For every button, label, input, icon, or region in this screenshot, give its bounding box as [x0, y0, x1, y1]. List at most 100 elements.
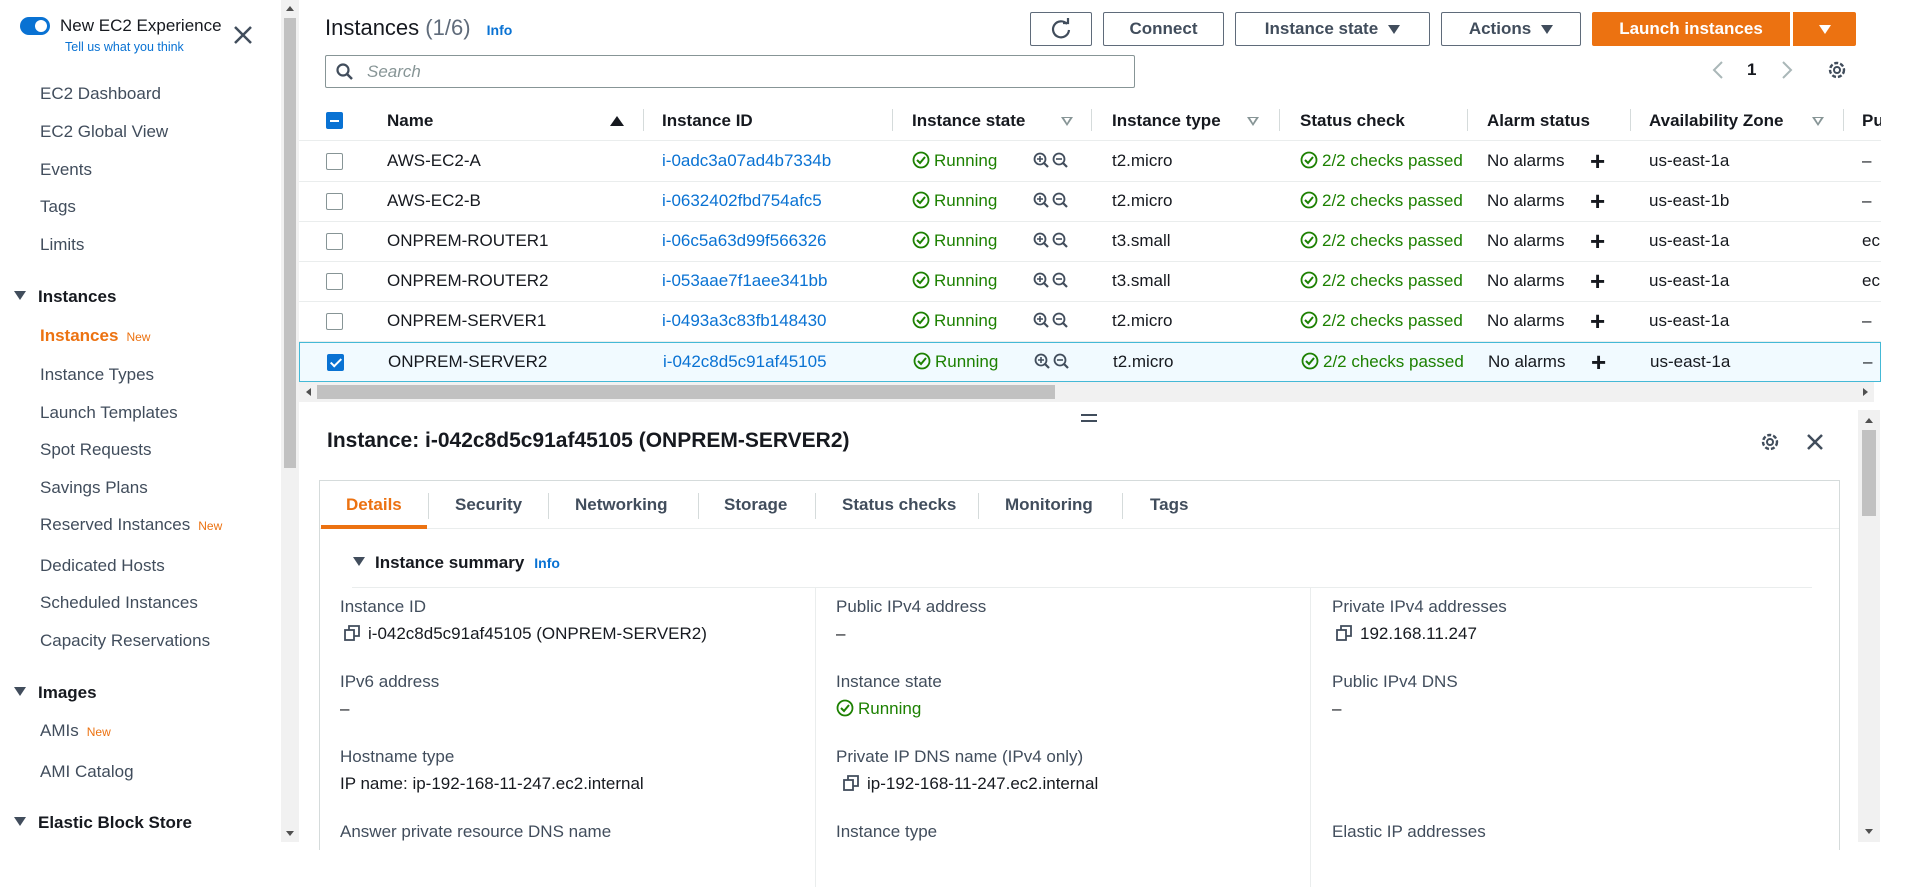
detail-panel-scrollbar[interactable] — [1858, 410, 1880, 842]
horizontal-scroll-thumb[interactable] — [317, 385, 1055, 399]
launch-instances-button[interactable]: Launch instances — [1592, 12, 1790, 46]
sidebar-item-limits[interactable]: Limits — [40, 235, 84, 255]
add-alarm-plus-icon[interactable]: + — [1590, 268, 1605, 294]
split-panel-settings-gear-icon[interactable] — [1759, 431, 1781, 453]
column-divider[interactable] — [1091, 109, 1092, 131]
row-checkbox[interactable] — [326, 153, 343, 170]
launch-dropdown-button[interactable] — [1793, 12, 1856, 46]
sidebar-item-launch-templates[interactable]: Launch Templates — [40, 403, 178, 423]
scroll-down-arrow-icon[interactable] — [1864, 828, 1874, 836]
sidebar-item-scheduled-instances[interactable]: Scheduled Instances — [40, 593, 198, 613]
summary-info-link[interactable]: Info — [534, 555, 560, 571]
add-alarm-plus-icon[interactable]: + — [1591, 349, 1606, 375]
cell-instance-id-link[interactable]: i-0632402fbd754afc5 — [662, 191, 822, 211]
zoom-in-out-icon[interactable] — [1034, 353, 1070, 376]
column-header-public-dns[interactable]: Pu — [1862, 111, 1881, 131]
copy-icon[interactable] — [843, 774, 859, 791]
sidebar-item-events[interactable]: Events — [40, 160, 92, 180]
row-checkbox[interactable] — [326, 193, 343, 210]
detail-scroll-thumb[interactable] — [1862, 430, 1876, 516]
sidebar-item-spot-requests[interactable]: Spot Requests — [40, 440, 152, 460]
table-horizontal-scrollbar[interactable] — [299, 382, 1874, 402]
table-row[interactable]: ONPREM-ROUTER2 i-053aae7f1aee341bb Running… — [299, 262, 1881, 302]
zoom-in-out-icon[interactable] — [1033, 312, 1069, 335]
sidebar-item-tags[interactable]: Tags — [40, 197, 76, 217]
connect-button[interactable]: Connect — [1103, 12, 1224, 46]
instance-summary-heading[interactable]: Instance summary Info — [353, 553, 560, 573]
tab-tags[interactable]: Tags — [1150, 495, 1188, 515]
scroll-up-arrow-icon[interactable] — [1864, 416, 1874, 424]
column-divider[interactable] — [1279, 109, 1280, 131]
cell-instance-id-link[interactable]: i-042c8d5c91af45105 — [663, 352, 827, 372]
tab-status-checks[interactable]: Status checks — [842, 495, 956, 515]
split-panel-resize-handle[interactable] — [1081, 414, 1097, 422]
column-divider[interactable] — [643, 109, 644, 131]
cell-instance-id-link[interactable]: i-053aae7f1aee341bb — [662, 271, 827, 291]
column-header-status-check[interactable]: Status check — [1300, 111, 1405, 131]
sidebar-item-ec2-dashboard[interactable]: EC2 Dashboard — [40, 84, 161, 104]
info-link[interactable]: Info — [487, 22, 513, 38]
column-header-availability-zone[interactable]: Availability Zone — [1649, 111, 1783, 131]
column-header-alarm-status[interactable]: Alarm status — [1487, 111, 1590, 131]
sidebar-item-instance-types[interactable]: Instance Types — [40, 365, 154, 385]
sidebar-item-dedicated-hosts[interactable]: Dedicated Hosts — [40, 556, 165, 576]
column-divider[interactable] — [1843, 109, 1844, 131]
close-split-panel-icon[interactable] — [1805, 432, 1825, 452]
filter-icon[interactable] — [1247, 117, 1259, 126]
sidebar-section-instances[interactable]: Instances — [14, 287, 116, 307]
scroll-left-arrow-icon[interactable] — [304, 387, 312, 397]
filter-icon[interactable] — [1812, 117, 1824, 126]
table-row[interactable]: AWS-EC2-A i-0adc3a07ad4b7334b Running t2.mi… — [299, 142, 1881, 182]
close-icon[interactable] — [232, 24, 254, 46]
sidebar-section-images[interactable]: Images — [14, 683, 97, 703]
refresh-button[interactable] — [1030, 12, 1092, 46]
tab-networking[interactable]: Networking — [575, 495, 668, 515]
cell-instance-id-link[interactable]: i-06c5a63d99f566326 — [662, 231, 826, 251]
tab-storage[interactable]: Storage — [724, 495, 787, 515]
zoom-in-out-icon[interactable] — [1033, 272, 1069, 295]
row-checkbox[interactable] — [326, 273, 343, 290]
sidebar-section-elastic-block-store[interactable]: Elastic Block Store — [14, 813, 192, 833]
scroll-up-arrow-icon[interactable] — [285, 4, 295, 12]
zoom-in-out-icon[interactable] — [1033, 192, 1069, 215]
sidebar-item-ec2-global-view[interactable]: EC2 Global View — [40, 122, 168, 142]
column-divider[interactable] — [1467, 109, 1468, 131]
add-alarm-plus-icon[interactable]: + — [1590, 228, 1605, 254]
sidebar-item-amis[interactable]: AMIs New — [40, 721, 111, 741]
sidebar-item-capacity-reservations[interactable]: Capacity Reservations — [40, 631, 210, 651]
column-header-instance-id[interactable]: Instance ID — [662, 111, 753, 131]
add-alarm-plus-icon[interactable]: + — [1590, 308, 1605, 334]
zoom-in-out-icon[interactable] — [1033, 152, 1069, 175]
select-all-checkbox[interactable] — [326, 112, 343, 129]
sidebar-item-instances[interactable]: Instances New — [40, 326, 150, 346]
table-row[interactable]: AWS-EC2-B i-0632402fbd754afc5 Running t2.mi… — [299, 182, 1881, 222]
table-row[interactable]: ONPREM-SERVER2 i-042c8d5c91af45105 Running… — [299, 342, 1881, 382]
scroll-down-arrow-icon[interactable] — [285, 830, 295, 838]
tab-security[interactable]: Security — [455, 495, 522, 515]
current-page-number[interactable]: 1 — [1747, 60, 1756, 80]
add-alarm-plus-icon[interactable]: + — [1590, 188, 1605, 214]
zoom-in-out-icon[interactable] — [1033, 232, 1069, 255]
sidebar-scroll-thumb[interactable] — [284, 18, 296, 468]
cell-instance-id-link[interactable]: i-0493a3c83fb148430 — [662, 311, 826, 331]
search-box[interactable]: Search — [325, 55, 1135, 88]
table-settings-gear-icon[interactable] — [1826, 59, 1848, 81]
copy-icon[interactable] — [344, 624, 360, 641]
previous-page-icon[interactable] — [1711, 60, 1725, 80]
new-experience-toggle[interactable] — [20, 17, 50, 35]
tab-details[interactable]: Details — [346, 495, 402, 515]
column-header-instance-type[interactable]: Instance type — [1112, 111, 1221, 131]
sidebar-item-ami-catalog[interactable]: AMI Catalog — [40, 762, 134, 782]
filter-icon[interactable] — [1061, 117, 1073, 126]
copy-icon[interactable] — [1336, 624, 1352, 641]
column-header-instance-state[interactable]: Instance state — [912, 111, 1025, 131]
row-checkbox[interactable] — [326, 233, 343, 250]
instance-state-button[interactable]: Instance state — [1235, 12, 1430, 46]
table-row[interactable]: ONPREM-ROUTER1 i-06c5a63d99f566326 Running… — [299, 222, 1881, 262]
tab-monitoring[interactable]: Monitoring — [1005, 495, 1093, 515]
sort-ascending-icon[interactable] — [610, 116, 624, 126]
column-divider[interactable] — [1630, 109, 1631, 131]
feedback-link[interactable]: Tell us what you think — [65, 40, 184, 54]
cell-instance-id-link[interactable]: i-0adc3a07ad4b7334b — [662, 151, 831, 171]
sidebar-scrollbar[interactable] — [281, 0, 299, 842]
